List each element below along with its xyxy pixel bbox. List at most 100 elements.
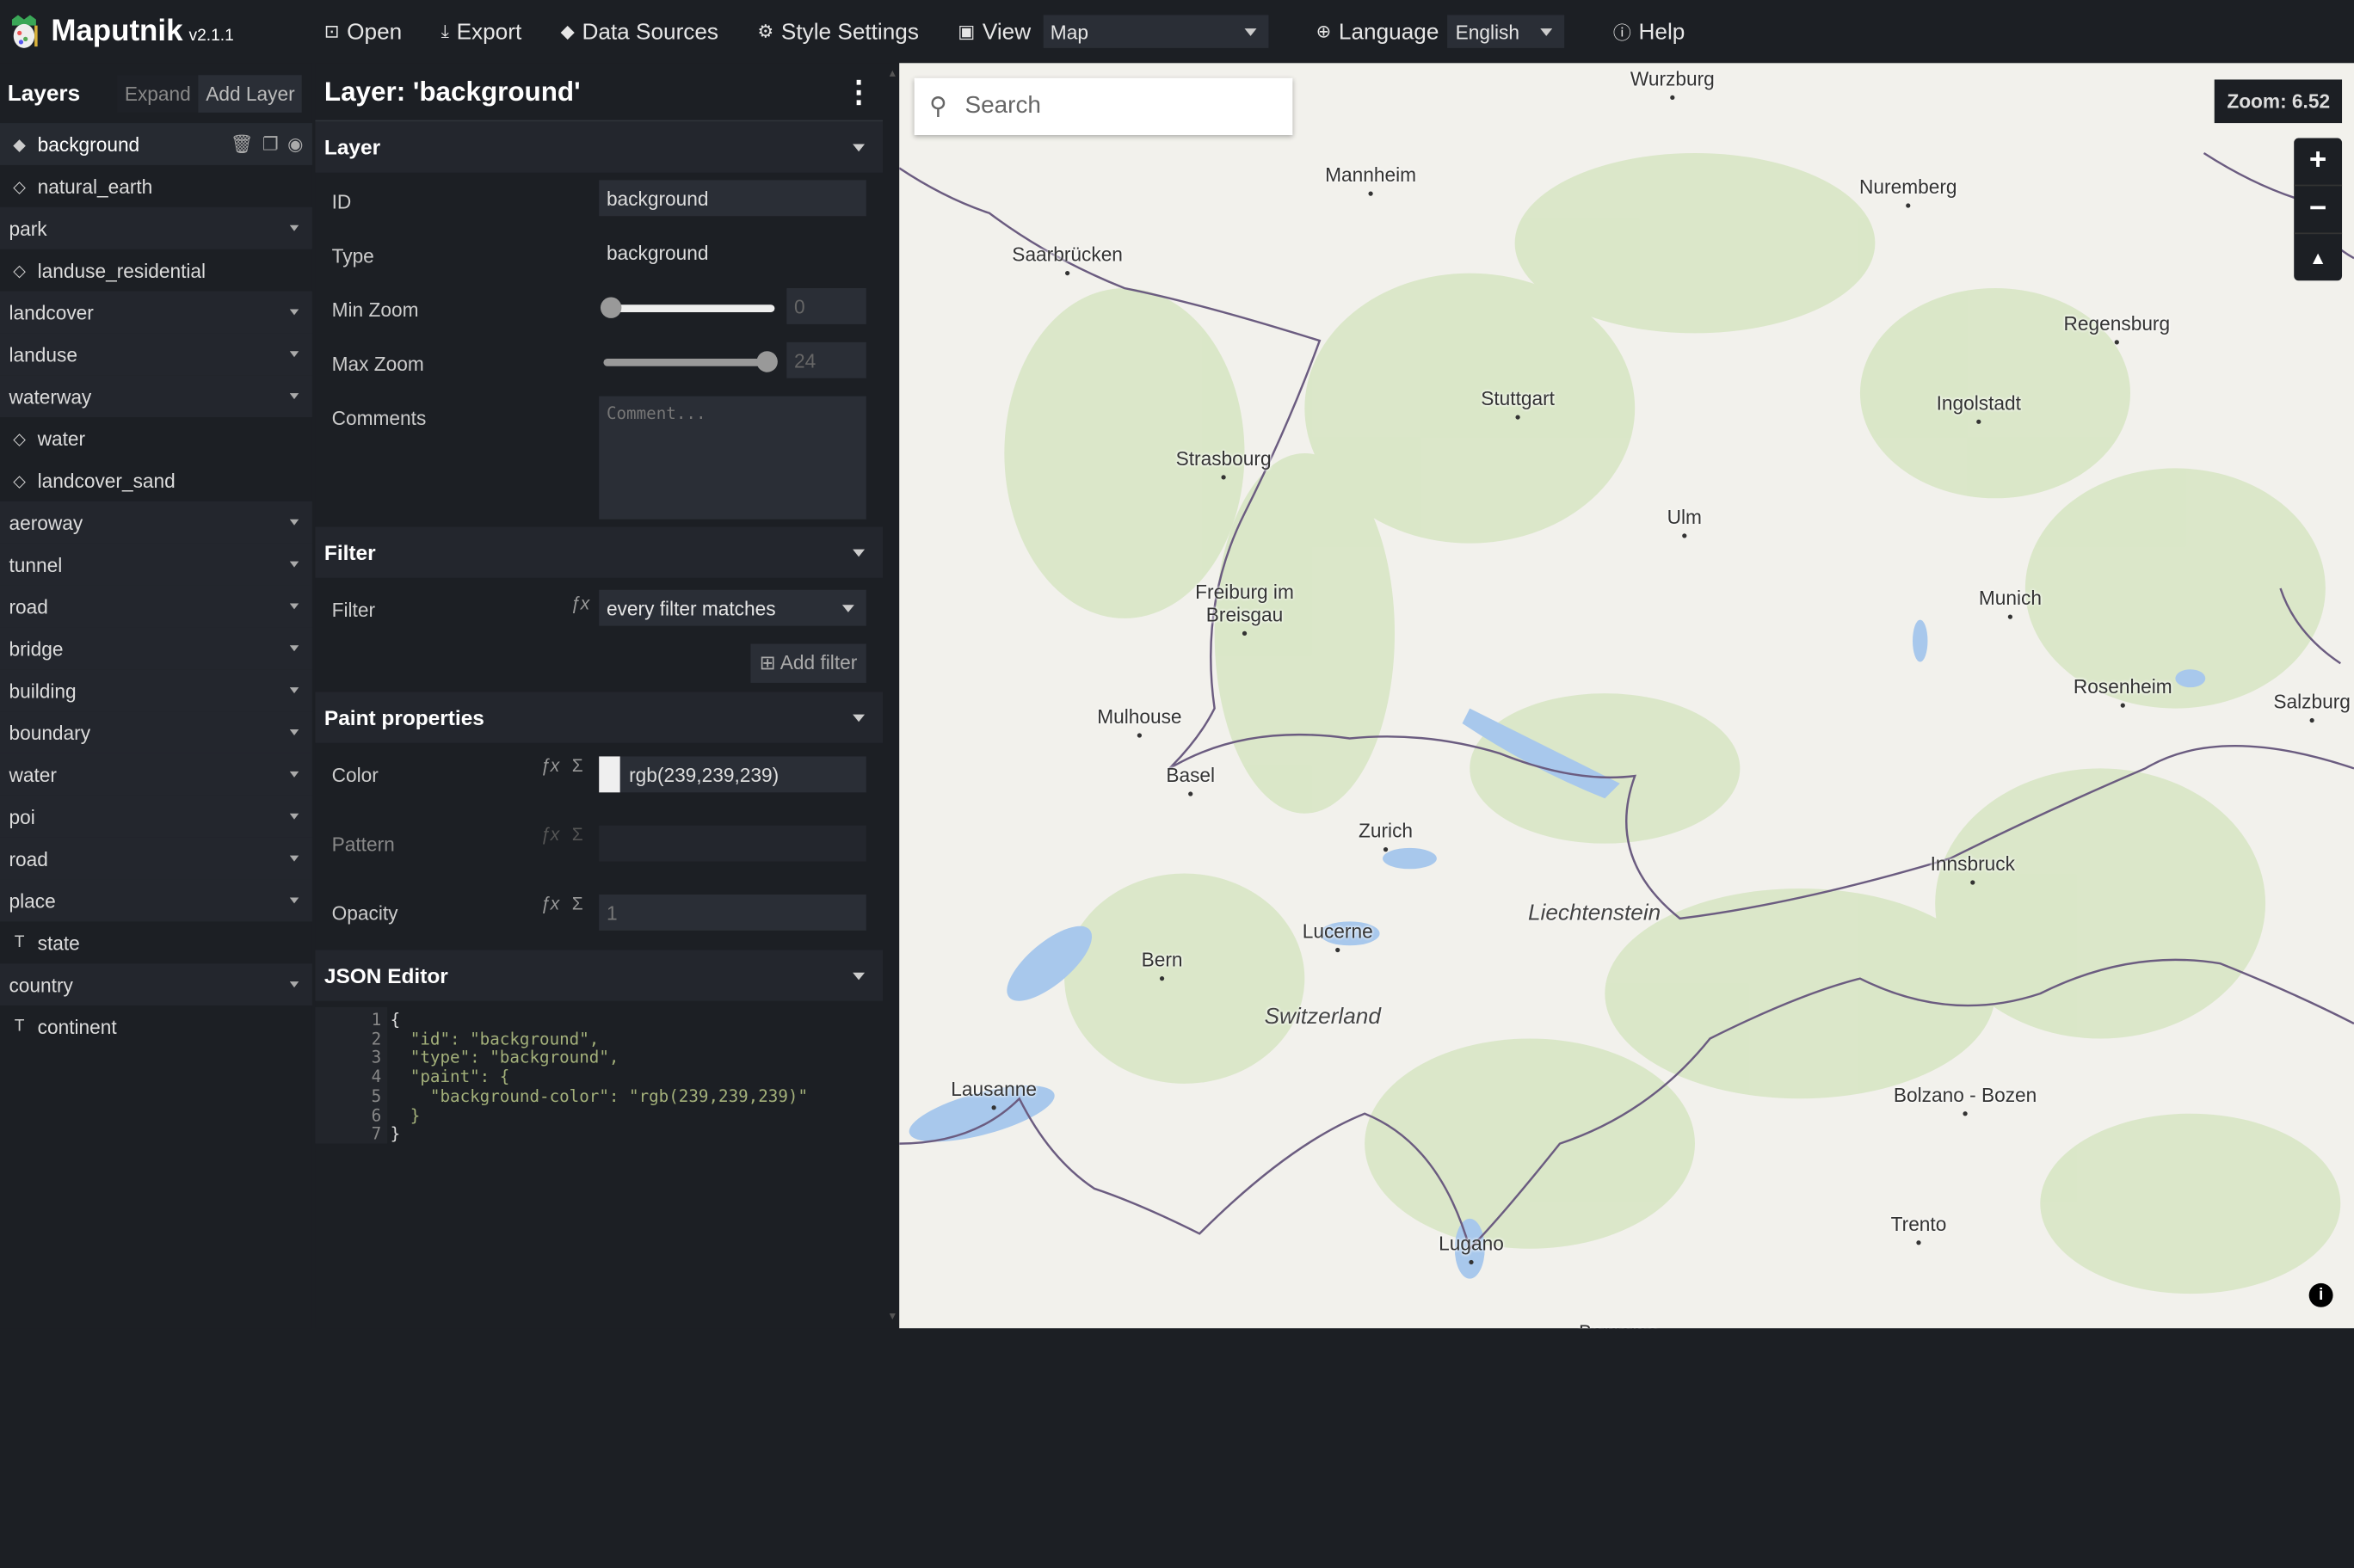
- function-icon[interactable]: ƒx: [540, 755, 559, 776]
- open-icon: ⊡: [324, 21, 340, 42]
- expand-button[interactable]: Expand: [117, 74, 199, 112]
- duplicate-icon[interactable]: ❐: [262, 133, 279, 154]
- chevron-down-icon[interactable]: [289, 687, 299, 694]
- chevron-down-icon[interactable]: [289, 519, 299, 526]
- city-marker: [1682, 533, 1687, 538]
- chevron-down-icon[interactable]: [289, 224, 299, 231]
- data-sources-button[interactable]: ◆ Data Sources: [561, 19, 718, 45]
- sigma-icon[interactable]: Σ: [572, 824, 583, 845]
- min-zoom-slider[interactable]: [600, 297, 775, 318]
- chevron-down-icon[interactable]: [289, 645, 299, 652]
- sigma-icon[interactable]: Σ: [572, 893, 583, 913]
- layer-group[interactable]: country: [0, 963, 312, 1006]
- zoom-out-button[interactable]: −: [2294, 186, 2343, 235]
- language-select[interactable]: English: [1447, 15, 1565, 48]
- chevron-down-icon[interactable]: [289, 981, 299, 988]
- layer-item[interactable]: Tstate: [0, 921, 312, 963]
- pattern-input[interactable]: [599, 825, 866, 862]
- editor-scrollbar[interactable]: ▲ ▼: [883, 63, 900, 1329]
- layer-group[interactable]: aeroway: [0, 501, 312, 544]
- add-filter-button[interactable]: ⊞ Add filter: [750, 643, 866, 683]
- sigma-icon[interactable]: Σ: [572, 755, 583, 776]
- layer-item[interactable]: Tcontinent: [0, 1005, 312, 1048]
- city-label: Lucerne: [1302, 919, 1373, 943]
- max-zoom-input[interactable]: 24: [786, 341, 866, 378]
- compass-button[interactable]: ▲: [2294, 234, 2342, 280]
- slider-handle[interactable]: [756, 351, 778, 372]
- layer-group[interactable]: road: [0, 837, 312, 880]
- search-input[interactable]: Search: [964, 93, 1040, 120]
- id-input[interactable]: background: [599, 180, 866, 217]
- chevron-down-icon[interactable]: [289, 561, 299, 568]
- layer-group[interactable]: place: [0, 879, 312, 922]
- chevron-down-icon[interactable]: [289, 603, 299, 610]
- chevron-down-icon[interactable]: [289, 813, 299, 820]
- layer-section-header[interactable]: Layer: [315, 121, 884, 173]
- layer-group[interactable]: water: [0, 753, 312, 796]
- layer-section-title: Layer: [324, 135, 381, 159]
- chevron-down-icon[interactable]: [289, 771, 299, 778]
- visibility-icon[interactable]: ◉: [287, 133, 303, 154]
- chevron-down-icon[interactable]: [289, 351, 299, 358]
- delete-icon[interactable]: 🗑: [231, 133, 254, 154]
- layer-item[interactable]: ◇ water: [0, 417, 312, 459]
- function-icon[interactable]: ƒx: [540, 893, 559, 913]
- layer-item[interactable]: ◇ natural_earth: [0, 165, 312, 207]
- attribution-info-icon[interactable]: i: [2308, 1282, 2333, 1307]
- chevron-down-icon[interactable]: [289, 309, 299, 316]
- add-layer-button[interactable]: Add Layer: [198, 74, 303, 112]
- layer-group[interactable]: road: [0, 585, 312, 628]
- layer-group[interactable]: poi: [0, 795, 312, 838]
- help-button[interactable]: ⓘ Help: [1613, 19, 1685, 45]
- chevron-down-icon[interactable]: [289, 729, 299, 736]
- layer-group[interactable]: boundary: [0, 711, 312, 753]
- layer-group[interactable]: tunnel: [0, 543, 312, 586]
- city-label: Bolzano - Bozen: [1893, 1083, 2037, 1106]
- city-label: Ingolstadt: [1936, 391, 2021, 415]
- layer-group[interactable]: landuse: [0, 333, 312, 376]
- id-label: ID: [331, 190, 352, 213]
- max-zoom-slider[interactable]: [603, 351, 778, 372]
- more-menu-icon[interactable]: ⋮: [844, 73, 874, 111]
- search-box[interactable]: ⚲ Search: [914, 77, 1293, 136]
- zoom-in-button[interactable]: +: [2294, 138, 2343, 187]
- layer-group[interactable]: bridge: [0, 627, 312, 670]
- json-editor[interactable]: 1{2 "id": "background", 3 "type": "backgr…: [315, 1000, 884, 1152]
- comments-textarea[interactable]: Comment...: [599, 396, 866, 520]
- layer-item[interactable]: ◇ landuse_residential: [0, 249, 312, 292]
- layer-group[interactable]: waterway: [0, 375, 312, 418]
- export-button[interactable]: ⤓ Export: [441, 19, 522, 45]
- chevron-down-icon[interactable]: [289, 393, 299, 400]
- filter-select[interactable]: every filter matches: [599, 589, 866, 626]
- color-swatch[interactable]: [599, 756, 620, 793]
- paint-section-header[interactable]: Paint properties: [315, 692, 884, 743]
- layer-group[interactable]: park: [0, 206, 312, 249]
- city-label: Strasbourg: [1175, 446, 1272, 470]
- layer-label: boundary: [9, 721, 91, 744]
- view-select[interactable]: Map: [1043, 15, 1268, 48]
- layer-label: water: [37, 427, 86, 450]
- chevron-down-icon[interactable]: [289, 897, 299, 904]
- min-zoom-input[interactable]: 0: [786, 288, 866, 324]
- view-select-value: Map: [1050, 20, 1088, 43]
- opacity-label: Opacity: [331, 901, 398, 925]
- function-icon[interactable]: ƒx: [570, 593, 589, 613]
- filter-section-header[interactable]: Filter: [315, 526, 884, 578]
- city-marker: [1368, 191, 1373, 196]
- layer-group[interactable]: building: [0, 669, 312, 712]
- slider-handle[interactable]: [600, 297, 622, 318]
- color-input[interactable]: rgb(239,239,239): [599, 756, 866, 793]
- open-button[interactable]: ⊡ Open: [324, 19, 402, 45]
- map-view[interactable]: Wurzburg Mannheim Nuremberg Saarbrücken Rege…: [899, 63, 2354, 1329]
- layer-item[interactable]: ◆ background 🗑 ❐ ◉: [0, 123, 312, 165]
- layer-item[interactable]: ◇ landcover_sand: [0, 459, 312, 501]
- layer-editor: Layer: 'background' ⋮ Layer ID background …: [315, 63, 884, 1329]
- json-section-header[interactable]: JSON Editor: [315, 950, 884, 1001]
- function-icon[interactable]: ƒx: [540, 824, 559, 845]
- layer-group[interactable]: landcover: [0, 291, 312, 334]
- json-line: 2 "id": "background",: [315, 1030, 600, 1049]
- chevron-down-icon[interactable]: [289, 855, 299, 862]
- opacity-input[interactable]: 1: [599, 894, 866, 931]
- style-settings-button[interactable]: ⚙ Style Settings: [757, 19, 919, 45]
- filter-label: Filter: [331, 599, 376, 622]
